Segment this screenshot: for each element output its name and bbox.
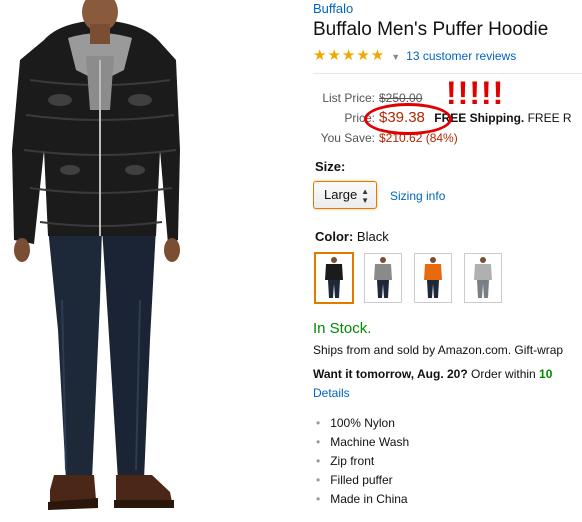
size-label: Size: — [315, 159, 346, 174]
sizing-info-link[interactable]: Sizing info — [390, 189, 445, 203]
countdown-value: 10 — [539, 367, 553, 381]
delivery-row: Want it tomorrow, Aug. 20? Order within … — [313, 367, 552, 381]
color-row: Color: Black — [315, 229, 389, 244]
size-selected-value: Large — [324, 187, 358, 202]
color-swatch-orange[interactable] — [414, 253, 452, 303]
list-item: 100% Nylon — [316, 414, 409, 433]
color-swatch-black[interactable] — [315, 253, 353, 303]
chevron-down-icon[interactable]: ▼ — [391, 52, 400, 62]
select-arrows-icon: ▲ ▼ — [361, 187, 369, 205]
exclamation-annotation: !!!!! — [446, 75, 505, 111]
product-details: Buffalo Buffalo Men's Puffer Hoodie ★★★★… — [313, 0, 582, 522]
product-title: Buffalo Men's Puffer Hoodie — [313, 19, 549, 40]
in-stock-status: In Stock. — [313, 320, 372, 337]
color-selected-value: Black — [356, 229, 389, 244]
price-highlight-circle — [364, 103, 452, 135]
ships-from-text: Ships from and sold by Amazon.com. Gift-… — [313, 343, 564, 357]
divider — [313, 73, 582, 74]
free-shipping-suffix: FREE R — [527, 111, 572, 125]
details-link[interactable]: Details — [313, 386, 350, 400]
size-dropdown[interactable]: Large ▲ ▼ — [313, 181, 377, 209]
list-item: Zip front — [316, 452, 409, 471]
customer-reviews-link[interactable]: 13 customer reviews — [406, 49, 516, 63]
list-item: Filled puffer — [316, 471, 409, 490]
you-save-label: You Save: — [320, 131, 375, 145]
list-price-label: List Price: — [322, 91, 375, 105]
list-item: Made in China — [316, 490, 409, 509]
swatch-light-grey-thumbnail — [474, 257, 492, 298]
you-save-row: You Save: $210.62 (84%) — [313, 131, 458, 145]
swatch-black-thumbnail — [325, 257, 343, 298]
color-swatch-light-grey[interactable] — [464, 253, 502, 303]
swatch-grey-thumbnail — [374, 257, 392, 298]
rating-row: ★★★★★ ▼ 13 customer reviews — [313, 46, 516, 64]
swatch-orange-thumbnail — [424, 257, 442, 298]
brand-link[interactable]: Buffalo — [313, 1, 353, 16]
want-it-tomorrow-text: Want it tomorrow, Aug. 20? — [313, 367, 468, 381]
color-swatch-grey[interactable] — [364, 253, 402, 303]
color-label: Color: — [315, 229, 354, 244]
feature-list: 100% Nylon Machine Wash Zip front Filled… — [316, 414, 409, 509]
product-image — [12, 0, 180, 510]
list-item: Machine Wash — [316, 433, 409, 452]
star-rating-icon[interactable]: ★★★★★ — [313, 47, 385, 64]
order-within-text: Order within — [471, 367, 536, 381]
